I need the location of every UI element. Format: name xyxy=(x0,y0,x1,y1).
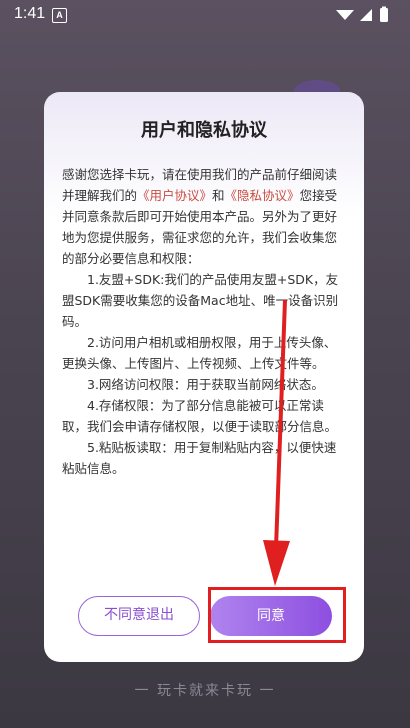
annotation-highlight-box xyxy=(208,587,346,643)
notification-icon: A xyxy=(52,8,67,23)
permission-item-sdk: 1.友盟+SDK:我们的产品使用友盟+SDK，友盟SDK需要收集您的设备Mac地… xyxy=(62,272,339,329)
user-agreement-link[interactable]: 《用户协议》 xyxy=(137,188,212,203)
decline-button[interactable]: 不同意退出 xyxy=(78,596,200,636)
signal-battery-icons xyxy=(336,6,388,22)
privacy-agreement-link[interactable]: 《隐私协议》 xyxy=(225,188,300,203)
privacy-dialog: 用户和隐私协议 感谢您选择卡玩，请在使用我们的产品前仔细阅读并理解我们的《用户协… xyxy=(44,92,364,662)
permission-item-clipboard: 5.粘贴板读取：用于复制粘贴内容，以便快速粘贴信息。 xyxy=(62,440,337,476)
footer-slogan: 一 玩卡就来卡玩 一 xyxy=(134,683,276,699)
permission-item-camera: 2.访问用户相机或相册权限，用于上传头像、更换头像、上传图片、上传视频、上传文件… xyxy=(62,335,337,371)
wifi-icon xyxy=(336,10,354,20)
intro-paragraph: 感谢您选择卡玩，请在使用我们的产品前仔细阅读并理解我们的《用户协议》和《隐私协议… xyxy=(62,164,346,269)
status-bar: 1:41 A xyxy=(0,0,410,30)
cell-signal-icon xyxy=(360,9,372,21)
and-text: 和 xyxy=(212,188,225,203)
permission-item-network: 3.网络访问权限：用于获取当前网络状态。 xyxy=(87,377,324,392)
status-icons xyxy=(334,6,398,28)
dialog-title: 用户和隐私协议 xyxy=(141,120,267,141)
status-time: 1:41 xyxy=(14,5,46,22)
battery-icon xyxy=(380,8,388,22)
permission-item-storage: 4.存储权限：为了部分信息能被可以正常读取，我们会申请存储权限，以便于读取部分信… xyxy=(62,398,338,434)
dialog-body: 感谢您选择卡玩，请在使用我们的产品前仔细阅读并理解我们的《用户协议》和《隐私协议… xyxy=(62,164,346,479)
